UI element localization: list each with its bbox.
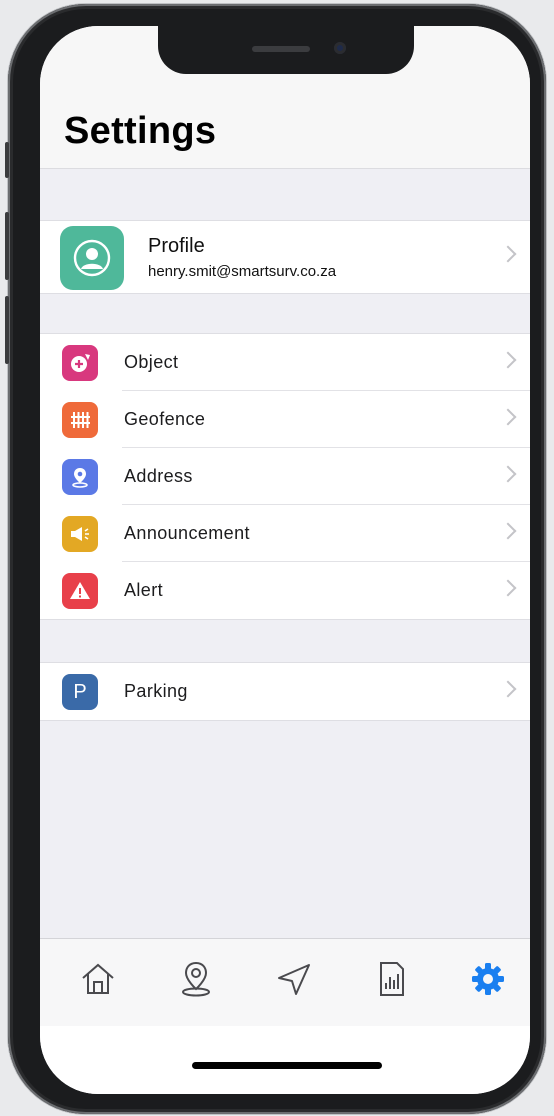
home-icon (82, 963, 114, 994)
menu-item-label: Parking (124, 681, 188, 701)
screen: Settings Profile henry.smit@smartsurv.co… (40, 26, 530, 1094)
menu-item-announcement[interactable]: Announcement (40, 505, 530, 562)
chevron-right-icon (499, 351, 517, 369)
object-icon (62, 345, 98, 381)
chevron-right-icon (499, 465, 517, 483)
chevron-right-icon (499, 245, 517, 263)
speaker (252, 46, 310, 52)
tab-bar (40, 938, 530, 1027)
parking-group: P Parking (40, 662, 530, 721)
chevron-right-icon (499, 680, 517, 698)
warning-icon (62, 573, 98, 609)
parking-icon: P (62, 674, 98, 710)
navigation-arrow-icon (278, 964, 310, 995)
menu-item-label: Geofence (124, 409, 206, 429)
navigation-tab[interactable] (274, 959, 314, 999)
report-chart-icon (380, 962, 404, 996)
location-pin-icon (62, 459, 98, 495)
profile-row[interactable]: Profile henry.smit@smartsurv.co.za (40, 220, 530, 294)
location-tab[interactable] (176, 959, 216, 999)
location-pin-icon (182, 961, 210, 997)
side-button (5, 142, 9, 178)
menu-item-label: Object (124, 352, 179, 372)
volume-up-button (5, 212, 9, 280)
home-indicator-area (40, 1026, 530, 1094)
menu-item-alert[interactable]: Alert (40, 562, 530, 619)
menu-item-label: Alert (124, 580, 164, 600)
user-avatar-icon (60, 226, 124, 290)
profile-email: henry.smit@smartsurv.co.za (148, 263, 337, 280)
home-indicator[interactable] (192, 1062, 382, 1069)
camera (334, 42, 346, 54)
gear-icon (472, 963, 504, 995)
profile-name: Profile (148, 235, 205, 257)
menu-item-address[interactable]: Address (40, 448, 530, 505)
volume-down-button (5, 296, 9, 364)
menu-item-label: Address (124, 466, 193, 486)
fence-icon (62, 402, 98, 438)
settings-menu: Object Geofence Address Announcement Ale… (40, 333, 530, 620)
menu-item-object[interactable]: Object (40, 334, 530, 391)
chevron-right-icon (499, 408, 517, 426)
chevron-right-icon (499, 579, 517, 597)
parking-letter: P (73, 680, 87, 703)
menu-item-geofence[interactable]: Geofence (40, 391, 530, 448)
menu-item-parking[interactable]: P Parking (40, 663, 530, 720)
reports-tab[interactable] (372, 959, 412, 999)
notch (158, 26, 414, 74)
megaphone-icon (62, 516, 98, 552)
chevron-right-icon (499, 522, 517, 540)
page-title: Settings (64, 110, 217, 152)
home-tab[interactable] (78, 959, 118, 999)
phone-frame: Settings Profile henry.smit@smartsurv.co… (5, 4, 546, 1114)
menu-item-label: Announcement (124, 523, 250, 543)
settings-tab[interactable] (468, 959, 508, 999)
